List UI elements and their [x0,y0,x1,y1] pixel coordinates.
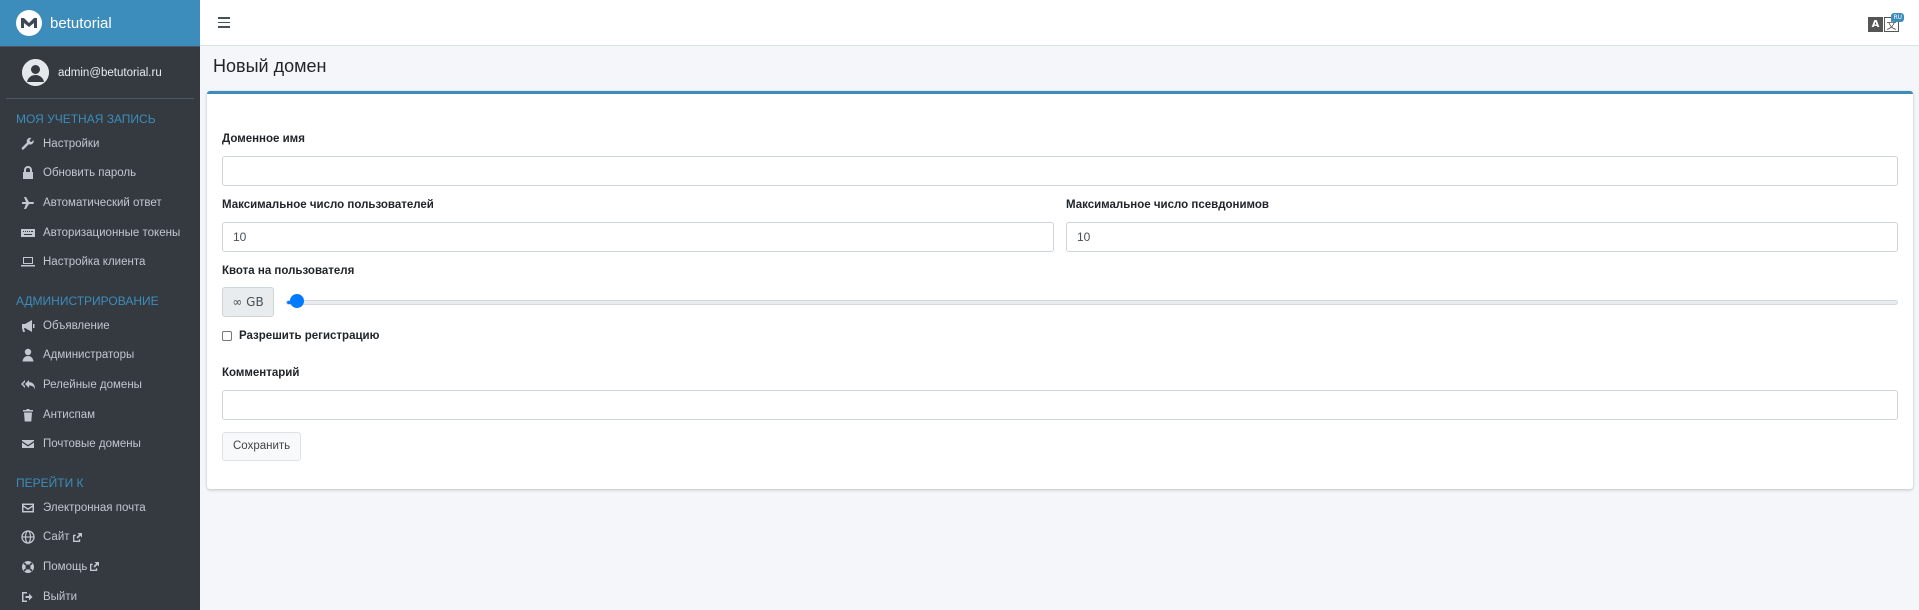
sidebar-item-tokens[interactable]: Авторизационные токены [0,218,200,248]
sidebar-item-label: Администраторы [43,349,135,362]
user-avatar-icon [22,59,49,86]
bullhorn-icon [20,319,36,333]
nav-header-account: МОЯ УЧЕТНАЯ ЗАПИСЬ [16,112,156,126]
globe-icon [20,530,36,544]
trash-icon [20,408,36,422]
sidebar-item-label: Авторизационные токены [43,226,181,239]
domain-name-label: Доменное имя [222,133,305,145]
user-icon [20,348,36,362]
sidebar-item-client[interactable]: Настройка клиента [0,247,200,277]
plane-icon [20,196,36,210]
max-users-label: Максимальное число пользователей [222,199,434,211]
sidebar-item-label: Объявление [43,319,110,332]
quota-slider-track[interactable] [286,300,1898,305]
max-users-input[interactable] [222,222,1054,252]
sidebar-item-label: Почтовые домены [43,438,141,451]
sidebar-item-website[interactable]: Сайт [0,523,200,553]
domain-name-input[interactable] [222,156,1898,186]
quota-value-addon: ∞ GB [222,287,274,317]
sidebar-item-relays[interactable]: Релейные домены [0,370,200,400]
max-aliases-input[interactable] [1066,222,1898,252]
language-switcher[interactable]: A 文 RU [1868,13,1904,35]
sidebar-item-domains[interactable]: Почтовые домены [0,429,200,459]
envelope-outline-icon [20,501,36,515]
signup-checkbox-label[interactable]: Разрешить регистрацию [239,330,379,342]
page-title: Новый домен [213,56,327,76]
wrench-icon [20,137,36,151]
quota-slider-thumb[interactable] [290,294,305,308]
sidebar-item-autoreply[interactable]: Автоматический ответ [0,188,200,218]
sidebar-item-label: Сайт [43,531,70,544]
max-aliases-label: Максимальное число псевдонимов [1066,199,1269,211]
sidebar-item-password[interactable]: Обновить пароль [0,159,200,189]
envelope-icon [20,437,36,451]
reply-all-icon [20,378,36,392]
quota-label: Квота на пользователя [222,265,355,277]
life-ring-icon [20,560,36,574]
hamburger-icon[interactable] [218,17,230,28]
topbar: A 文 RU [200,0,1919,46]
translate-icon: A [1868,17,1883,32]
user-email: admin@betutorial.ru [58,66,162,79]
mail-logo-icon [16,10,42,36]
user-panel[interactable]: admin@betutorial.ru [6,47,194,99]
external-link-icon [90,562,100,572]
brand-name: betutorial [50,14,112,32]
sidebar-item-label: Настройка клиента [43,256,146,269]
lock-icon [20,166,36,180]
sidebar: betutorial admin@betutorial.ru МОЯ УЧЕТН… [0,0,200,610]
sidebar-item-label: Антиспам [43,408,95,421]
sidebar-item-label: Выйти [43,590,78,603]
sign-out-icon [20,590,36,604]
external-link-icon [72,532,82,542]
laptop-icon [20,255,36,269]
sidebar-item-logout[interactable]: Выйти [0,582,200,610]
domain-form-card: Доменное имя Максимальное число пользова… [207,91,1913,489]
sidebar-item-email[interactable]: Электронная почта [0,493,200,523]
sidebar-item-antispam[interactable]: Антиспам [0,400,200,430]
sidebar-item-help[interactable]: Помощь [0,552,200,582]
sidebar-item-admins[interactable]: Администраторы [0,341,200,371]
nav-header-goto: ПЕРЕЙТИ К [16,475,84,490]
sidebar-item-label: Релейные домены [43,378,142,391]
nav-header-admin: АДМИНИСТРИРОВАНИЕ [16,293,159,308]
sidebar-item-label: Электронная почта [43,501,146,514]
brand-link[interactable]: betutorial [0,0,200,47]
sidebar-item-announcement[interactable]: Объявление [0,311,200,341]
keyboard-icon [20,226,36,240]
sidebar-item-label: Настройки [43,137,100,150]
language-badge: RU [1891,13,1904,22]
sidebar-item-settings[interactable]: Настройки [0,129,200,159]
sidebar-item-label: Помощь [43,560,88,573]
save-button[interactable]: Сохранить [222,432,302,461]
signup-checkbox[interactable] [222,331,232,341]
sidebar-item-label: Автоматический ответ [43,196,162,209]
comment-input[interactable] [222,390,1898,420]
sidebar-item-label: Обновить пароль [43,167,137,180]
comment-label: Комментарий [222,367,300,379]
